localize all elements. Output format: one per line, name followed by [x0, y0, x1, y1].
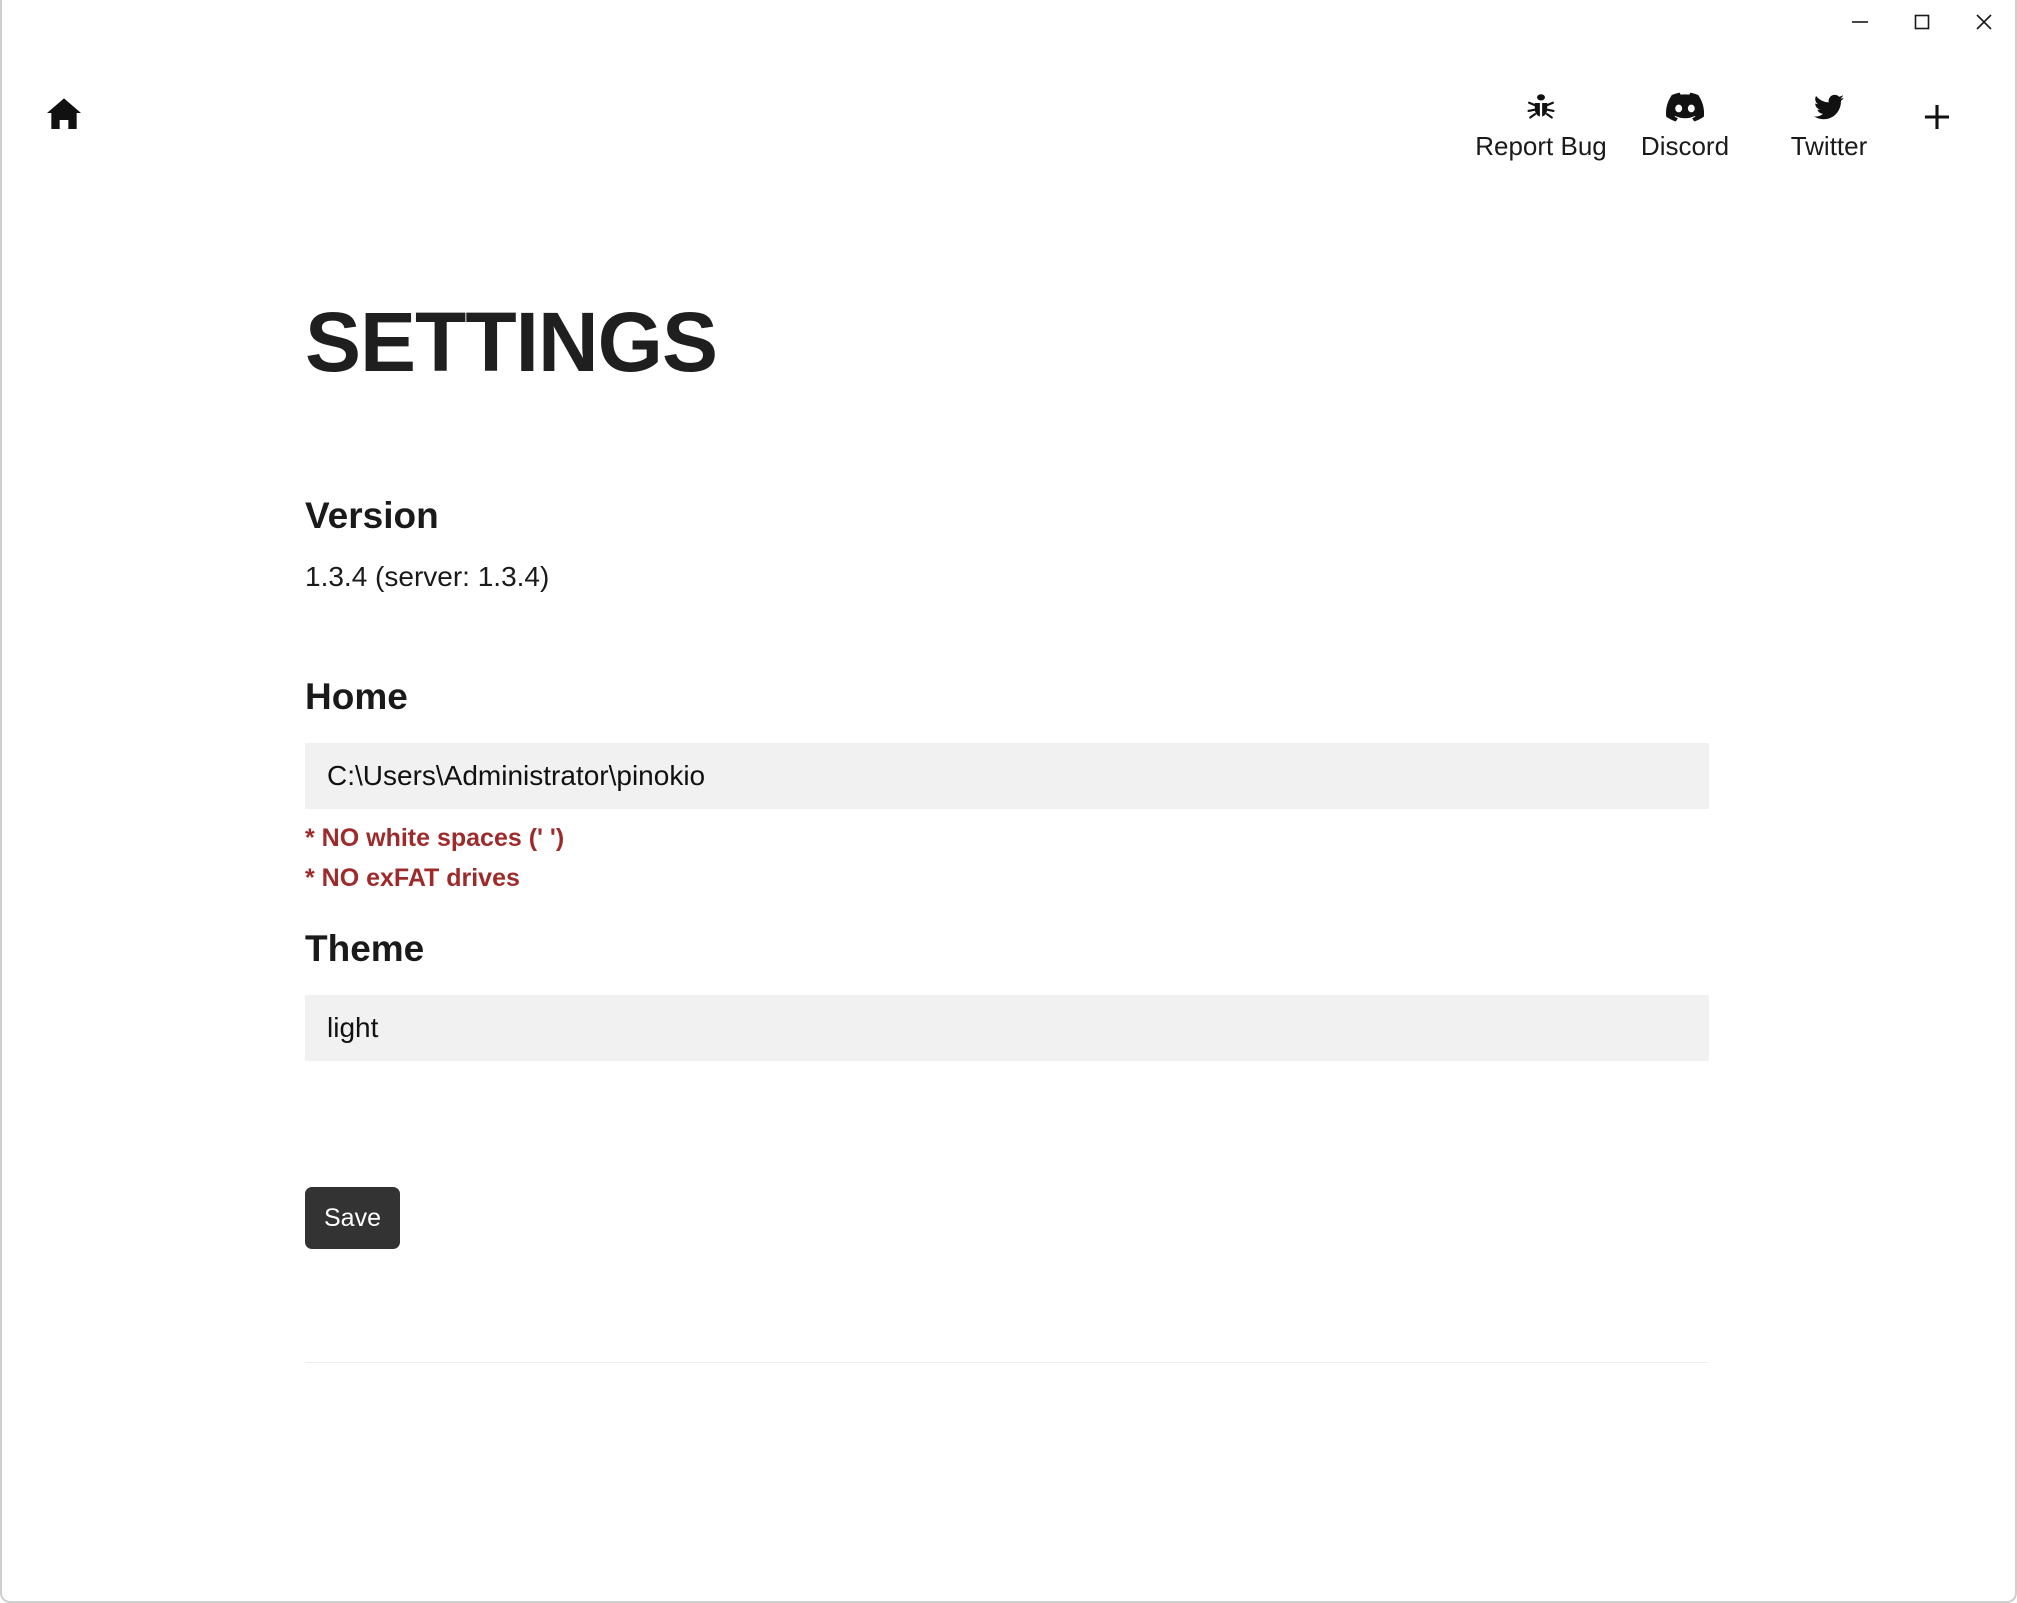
nav-item-discord[interactable]: Discord	[1613, 78, 1757, 161]
nav-label-discord: Discord	[1640, 131, 1730, 161]
version-value: 1.3.4 (server: 1.3.4)	[305, 561, 550, 593]
nav-label-report-bug: Report Bug	[1475, 131, 1607, 161]
settings-window: Report Bug Discord Twitter SETTINGS Vers…	[0, 0, 2017, 1603]
page-title: SETTINGS	[305, 295, 718, 389]
maximize-icon	[1914, 14, 1930, 30]
version-heading: Version	[305, 495, 439, 536]
theme-heading: Theme	[305, 928, 425, 969]
add-button[interactable]	[1901, 78, 1973, 134]
home-path-input[interactable]	[305, 743, 1709, 810]
save-button[interactable]: Save	[305, 1187, 400, 1249]
plus-icon	[1924, 104, 1950, 130]
minimize-button[interactable]	[1829, 0, 1891, 44]
bottom-divider	[305, 1362, 1709, 1363]
close-icon	[1976, 14, 1992, 30]
title-bar	[2, 0, 2015, 58]
nav-item-twitter[interactable]: Twitter	[1757, 78, 1901, 161]
minimize-icon	[1852, 21, 1868, 23]
maximize-button[interactable]	[1891, 0, 1953, 44]
nav-label-twitter: Twitter	[1790, 131, 1868, 161]
home-button[interactable]	[36, 88, 92, 140]
discord-icon	[1666, 88, 1704, 126]
section-version: Version 1.3.4 (server: 1.3.4)	[305, 494, 549, 594]
section-theme: Theme	[305, 927, 1709, 1062]
home-icon	[47, 98, 81, 129]
twitter-icon	[1811, 88, 1847, 126]
section-home: Home * NO white spaces (' ') * NO exFAT …	[305, 675, 1709, 894]
nav-item-report-bug[interactable]: Report Bug	[1469, 78, 1613, 161]
home-warning-whitespace: * NO white spaces (' ')	[305, 824, 565, 853]
home-warning-exfat: * NO exFAT drives	[305, 863, 520, 892]
close-button[interactable]	[1953, 0, 2015, 44]
bug-icon	[1524, 88, 1558, 126]
home-heading: Home	[305, 676, 408, 717]
top-navigation-bar: Report Bug Discord Twitter	[2, 58, 2015, 170]
theme-input[interactable]	[305, 995, 1709, 1062]
nav-links: Report Bug Discord Twitter	[1469, 78, 1973, 161]
